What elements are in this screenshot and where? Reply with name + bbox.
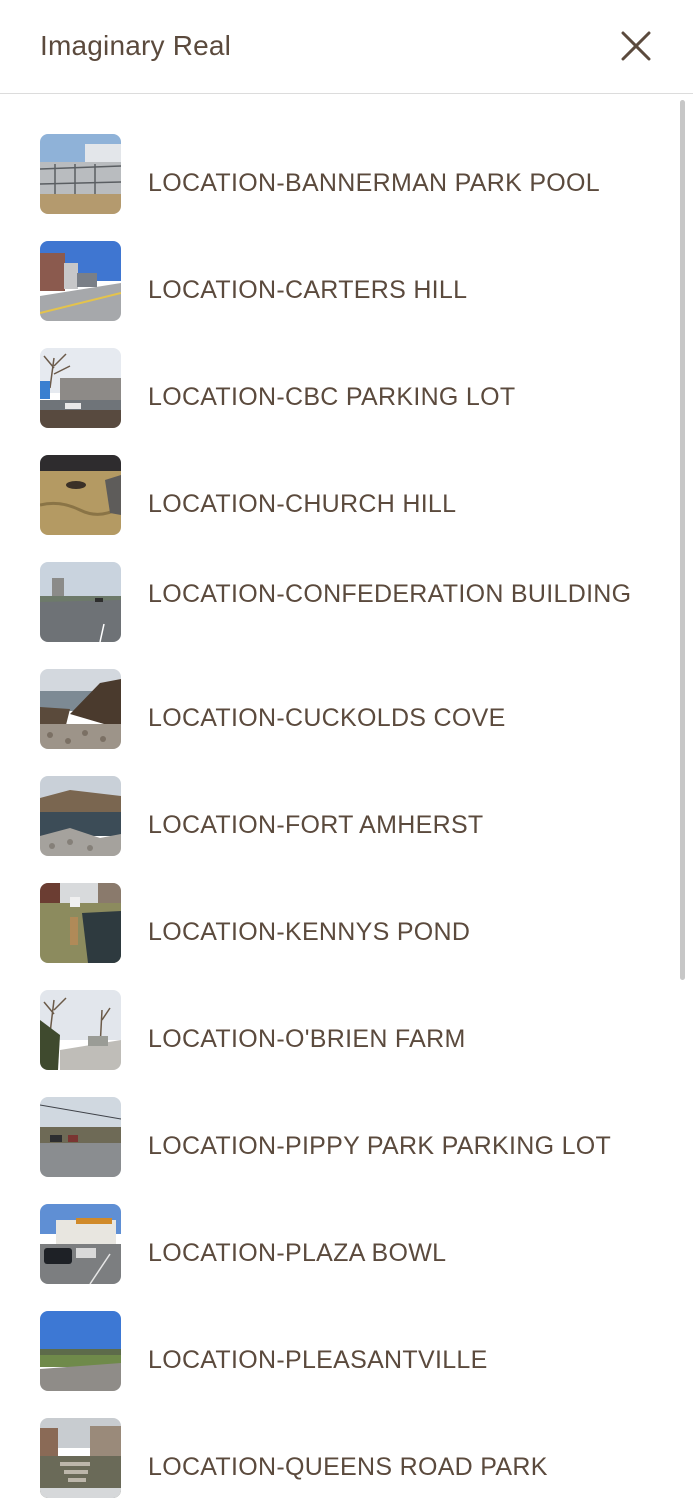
location-thumbnail — [40, 455, 121, 535]
location-thumbnail — [40, 990, 121, 1070]
location-thumbnail — [40, 1418, 121, 1498]
list-item[interactable]: LOCATION-PIPPY PARK PARKING LOT — [0, 1097, 680, 1204]
location-thumbnail — [40, 241, 121, 321]
list-item[interactable]: LOCATION-CHURCH HILL — [0, 455, 680, 562]
location-thumbnail — [40, 562, 121, 642]
header-bar: Imaginary Real — [0, 0, 693, 94]
location-label: LOCATION-FORT AMHERST — [148, 811, 484, 839]
close-icon — [621, 31, 651, 61]
list-item[interactable]: LOCATION-CONFEDERATION BUILDING — [0, 562, 680, 669]
location-label: LOCATION-CONFEDERATION BUILDING — [148, 580, 632, 608]
location-label: LOCATION-PLAZA BOWL — [148, 1239, 447, 1267]
list-item[interactable]: LOCATION-KENNYS POND — [0, 883, 680, 990]
close-button[interactable] — [612, 22, 660, 70]
list-item[interactable]: LOCATION-FORT AMHERST — [0, 776, 680, 883]
location-label: LOCATION-CHURCH HILL — [148, 490, 457, 518]
location-label: LOCATION-PIPPY PARK PARKING LOT — [148, 1132, 612, 1160]
location-label: LOCATION-CBC PARKING LOT — [148, 383, 516, 411]
location-label: LOCATION-CARTERS HILL — [148, 276, 468, 304]
list-item[interactable]: LOCATION-QUEENS ROAD PARK — [0, 1418, 680, 1500]
scrollbar[interactable] — [680, 100, 685, 980]
list-item[interactable]: LOCATION-BANNERMAN PARK POOL — [0, 134, 680, 241]
location-thumbnail — [40, 1311, 121, 1391]
location-thumbnail — [40, 1097, 121, 1177]
location-label: LOCATION-KENNYS POND — [148, 918, 471, 946]
location-label: LOCATION-O'BRIEN FARM — [148, 1025, 466, 1053]
list-item[interactable]: LOCATION-PLEASANTVILLE — [0, 1311, 680, 1418]
location-thumbnail — [40, 134, 121, 214]
location-label: LOCATION-PLEASANTVILLE — [148, 1346, 488, 1374]
location-thumbnail — [40, 776, 121, 856]
list-item[interactable]: LOCATION-CARTERS HILL — [0, 241, 680, 348]
location-thumbnail — [40, 1204, 121, 1284]
location-thumbnail — [40, 348, 121, 428]
list-item[interactable]: LOCATION-PLAZA BOWL — [0, 1204, 680, 1311]
location-label: LOCATION-CUCKOLDS COVE — [148, 704, 506, 732]
page-title: Imaginary Real — [40, 30, 232, 61]
location-thumbnail — [40, 883, 121, 963]
location-label: LOCATION-QUEENS ROAD PARK — [148, 1453, 548, 1481]
location-label: LOCATION-BANNERMAN PARK POOL — [148, 169, 600, 197]
list-item[interactable]: LOCATION-CUCKOLDS COVE — [0, 669, 680, 776]
list-item[interactable]: LOCATION-CBC PARKING LOT — [0, 348, 680, 455]
list-item[interactable]: LOCATION-O'BRIEN FARM — [0, 990, 680, 1097]
location-list: LOCATION-BANNERMAN PARK POOL LOCATION-CA… — [0, 94, 693, 1500]
location-thumbnail — [40, 669, 121, 749]
